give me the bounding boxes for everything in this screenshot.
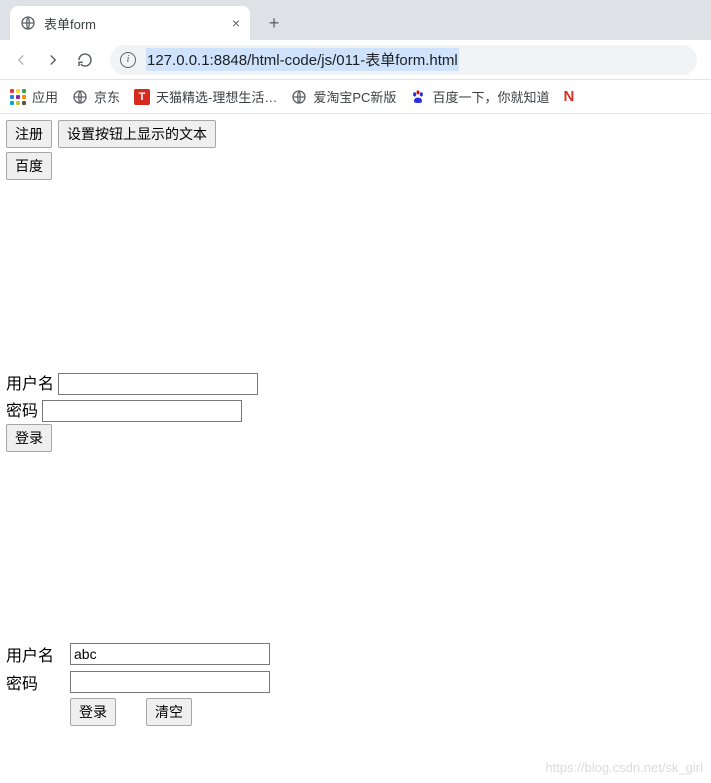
globe-icon xyxy=(20,15,36,31)
form1-username-label: 用户名 xyxy=(6,376,54,393)
form2: 用户名 密码 登录 清空 xyxy=(6,642,705,726)
form2-password-input[interactable] xyxy=(70,671,270,693)
bookmark-jd[interactable]: 京东 xyxy=(72,87,120,106)
url-text: 127.0.0.1:8848/html-code/js/011-表单form.h… xyxy=(146,48,459,71)
bookmark-label: 爱淘宝PC新版 xyxy=(313,87,396,106)
tab-title: 表单form xyxy=(44,14,224,33)
bookmark-cut-icon: N xyxy=(563,88,574,105)
form1: 用户名 密码 登录 xyxy=(6,370,705,452)
form1-login-button[interactable]: 登录 xyxy=(6,424,52,452)
info-icon[interactable]: i xyxy=(120,52,136,68)
register-button[interactable]: 注册 xyxy=(6,120,52,148)
bookmark-label: 京东 xyxy=(94,87,120,106)
bookmark-label: 百度一下，你就知道 xyxy=(432,87,549,106)
form2-password-label: 密码 xyxy=(6,670,70,694)
address-bar[interactable]: i 127.0.0.1:8848/html-code/js/011-表单form… xyxy=(110,45,697,75)
set-button-text-button[interactable]: 设置按钮上显示的文本 xyxy=(58,120,216,148)
form1-password-label: 密码 xyxy=(6,403,38,420)
bookmark-tmall[interactable]: T 天猫精选-理想生活… xyxy=(134,87,277,106)
back-button[interactable] xyxy=(6,45,36,75)
form2-reset-button[interactable]: 清空 xyxy=(146,698,192,726)
tab-strip: 表单form × + xyxy=(0,0,711,40)
tmall-icon: T xyxy=(134,89,150,105)
browser-chrome: 表单form × + i 127.0.0.1:8848/html-code/js… xyxy=(0,0,711,114)
forward-button[interactable] xyxy=(38,45,68,75)
globe-icon xyxy=(291,89,307,105)
apps-icon xyxy=(10,89,26,105)
bookmark-baidu[interactable]: 百度一下，你就知道 xyxy=(410,87,549,106)
baidu-icon xyxy=(410,89,426,105)
form2-username-input[interactable] xyxy=(70,643,270,665)
bookmark-overflow[interactable]: N xyxy=(563,88,574,105)
form1-password-input[interactable] xyxy=(42,400,242,422)
bookmark-apps[interactable]: 应用 xyxy=(10,87,58,106)
globe-icon xyxy=(72,89,88,105)
browser-toolbar: i 127.0.0.1:8848/html-code/js/011-表单form… xyxy=(0,40,711,80)
bookmark-label: 应用 xyxy=(32,87,58,106)
reload-button[interactable] xyxy=(70,45,100,75)
form1-username-input[interactable] xyxy=(58,373,258,395)
page-content: 注册 设置按钮上显示的文本 百度 用户名 密码 登录 用户名 密码 登录 清空 xyxy=(0,114,711,732)
form2-login-button[interactable]: 登录 xyxy=(70,698,116,726)
watermark: https://blog.csdn.net/sk_girl xyxy=(545,760,703,775)
bookmark-label: 天猫精选-理想生活… xyxy=(156,87,277,106)
baidu-button[interactable]: 百度 xyxy=(6,152,52,180)
close-icon[interactable]: × xyxy=(232,16,240,30)
form2-username-label: 用户名 xyxy=(6,642,70,666)
browser-tab[interactable]: 表单form × xyxy=(10,6,250,40)
new-tab-button[interactable]: + xyxy=(260,9,288,37)
bookmarks-bar: 应用 京东 T 天猫精选-理想生活… 爱淘宝PC新版 百度一下，你就知道 N xyxy=(0,80,711,114)
bookmark-aitaobao[interactable]: 爱淘宝PC新版 xyxy=(291,87,396,106)
plus-icon: + xyxy=(269,13,280,34)
